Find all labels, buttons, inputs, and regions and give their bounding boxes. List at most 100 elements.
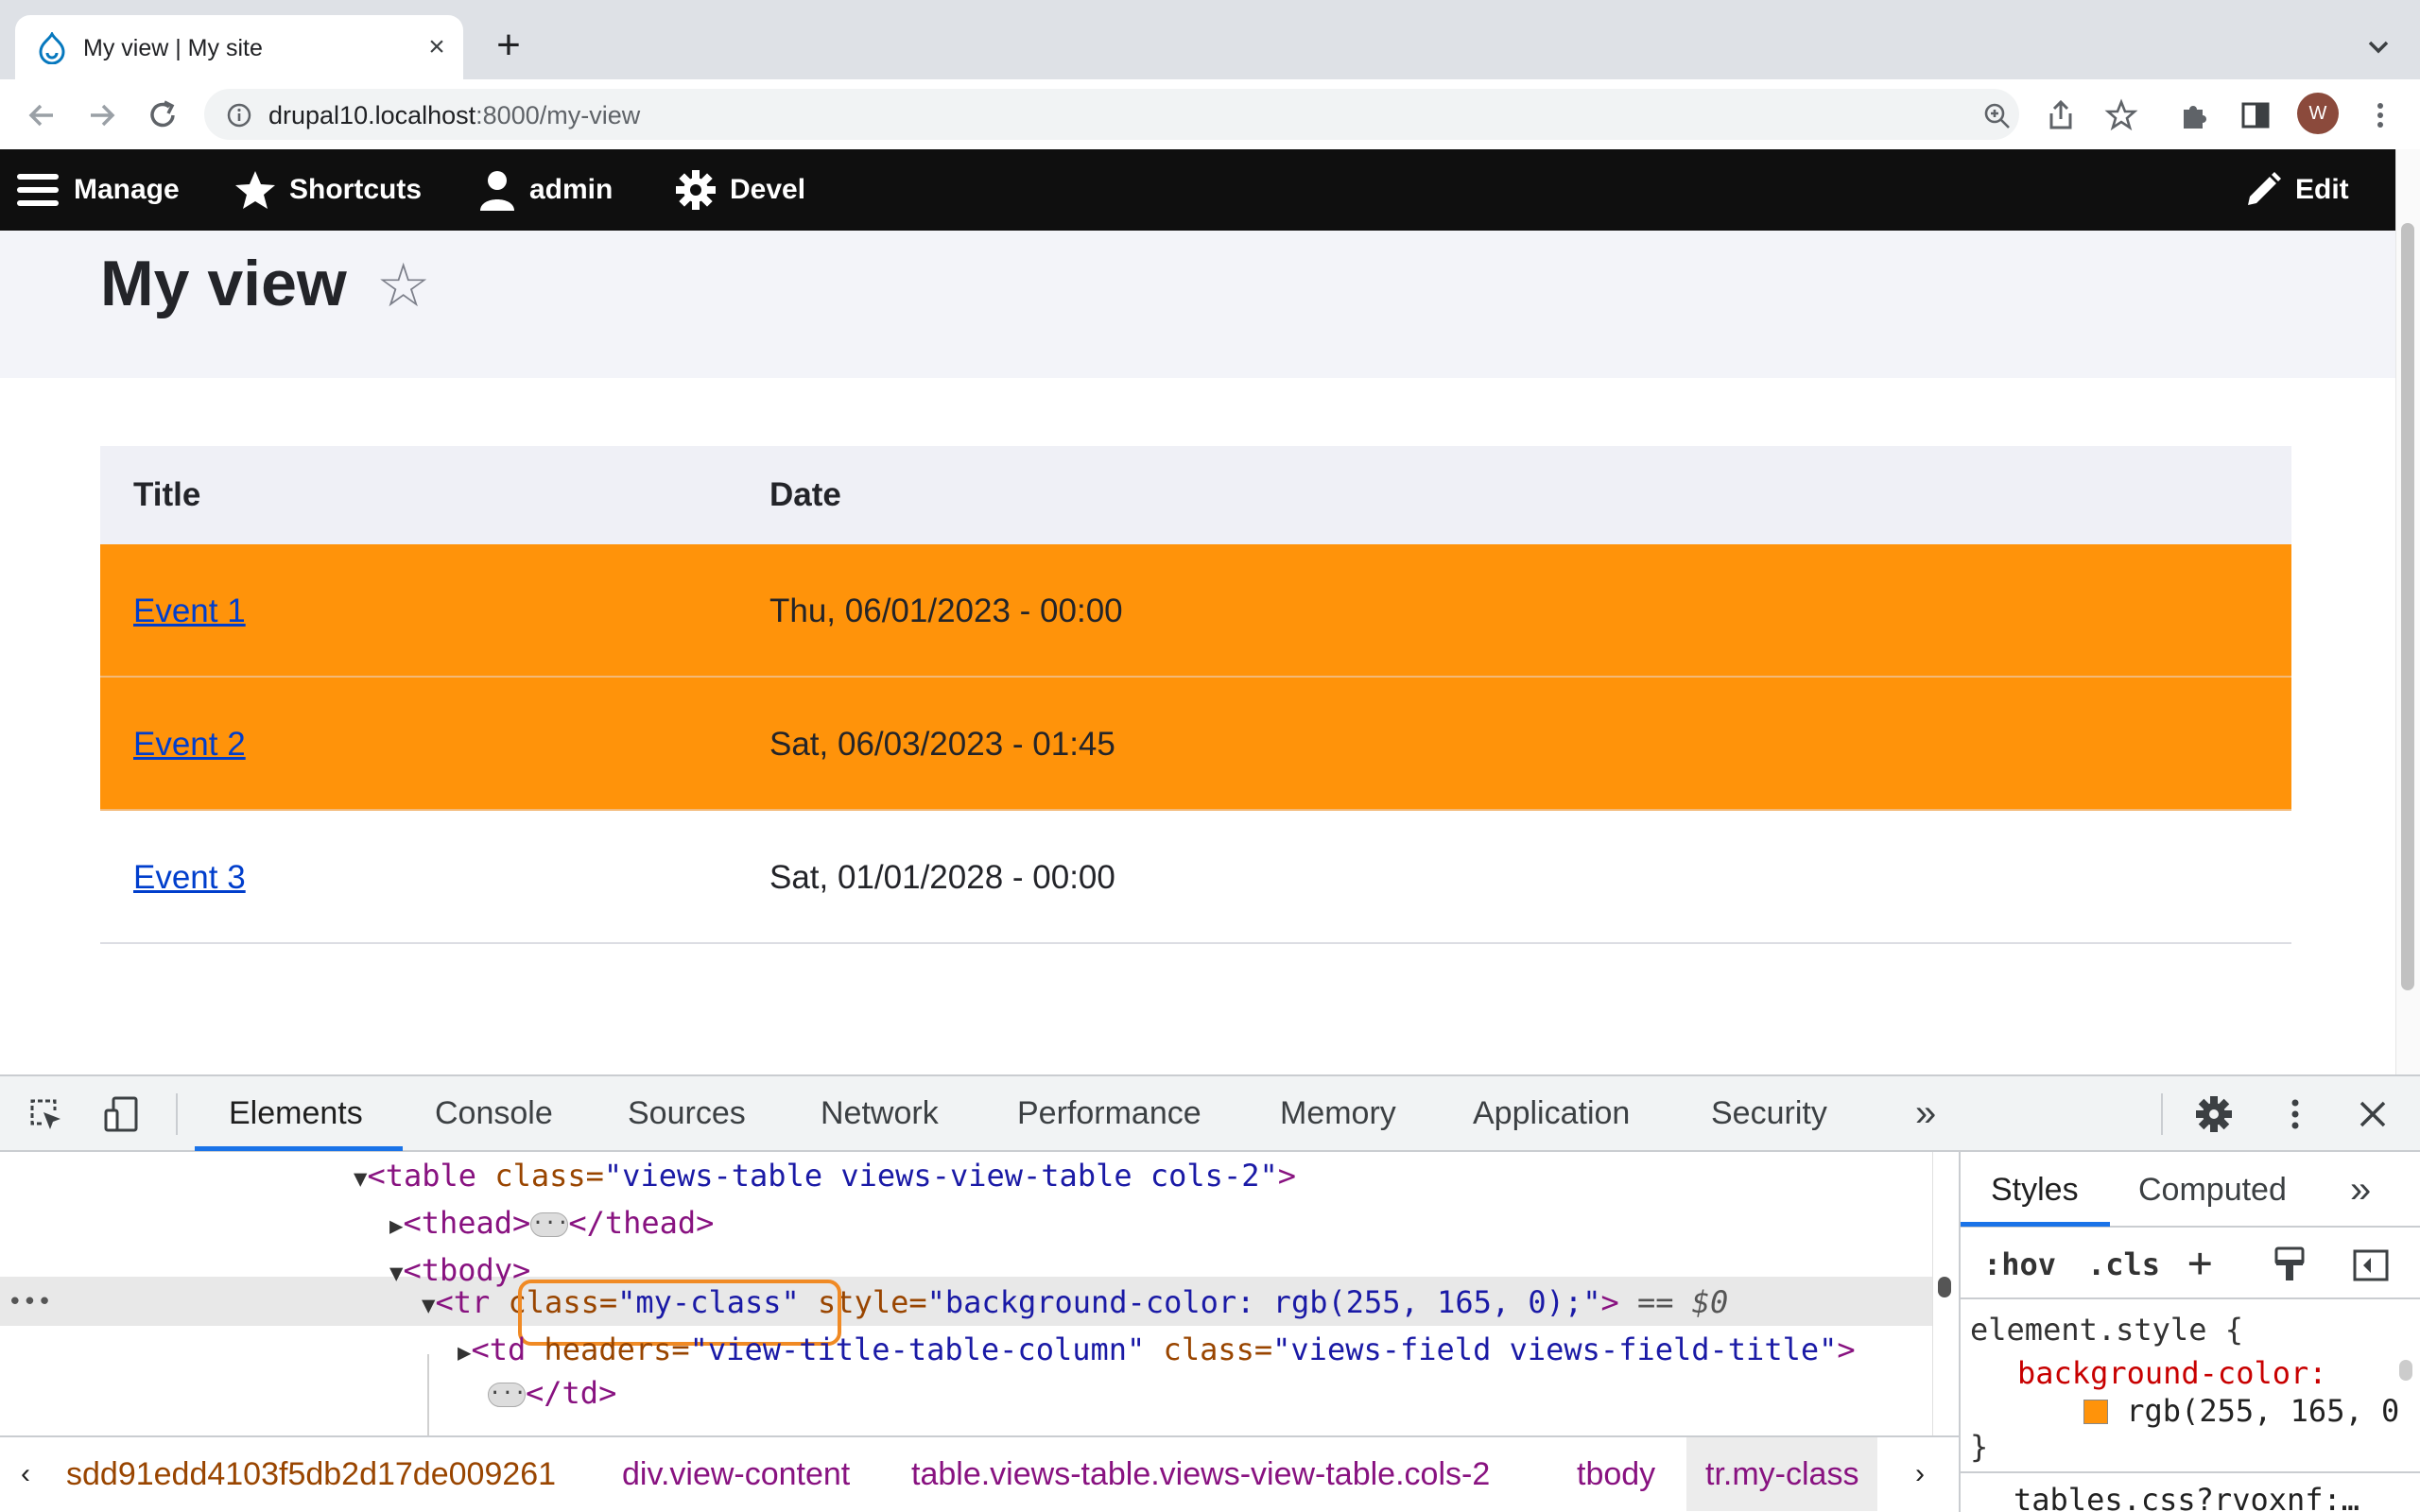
tab-styles[interactable]: Styles: [1991, 1152, 2079, 1228]
extensions-icon[interactable]: [2178, 98, 2212, 132]
color-swatch[interactable]: [2083, 1400, 2108, 1424]
device-toolbar-icon[interactable]: [102, 1095, 140, 1133]
breadcrumb-item[interactable]: tbody: [1577, 1437, 1655, 1511]
reload-icon[interactable]: [144, 96, 182, 134]
devtools-tab-performance[interactable]: Performance: [1017, 1076, 1201, 1150]
devtools-menu-icon[interactable]: [2276, 1095, 2314, 1133]
active-tab-indicator: [195, 1146, 403, 1151]
rule-divider: [1961, 1471, 2420, 1473]
element-style-selector: element.style {: [1970, 1312, 2243, 1348]
toolbar-manage-label: Manage: [74, 174, 180, 205]
profile-avatar[interactable]: W: [2297, 93, 2339, 134]
elements-scrollbar-thumb[interactable]: [1938, 1277, 1951, 1297]
column-header-title: Title: [133, 476, 201, 513]
settings-gear-icon[interactable]: [2195, 1095, 2233, 1133]
table-row: Event 2 Sat, 06/03/2023 - 01:45: [100, 678, 2291, 811]
table-row: Event 3 Sat, 01/01/2028 - 00:00: [100, 811, 2291, 944]
breadcrumb-scroll-right-icon[interactable]: ›: [1915, 1437, 1925, 1511]
event-link[interactable]: Event 2: [133, 726, 246, 763]
inspect-element-icon[interactable]: [26, 1095, 64, 1133]
elements-tree: ▼<table class="views-table views-view-ta…: [0, 1152, 1957, 1435]
forward-icon[interactable]: [83, 96, 121, 134]
styles-filter-bar: :hov .cls +: [1961, 1229, 2420, 1299]
toolbar-edit-label: Edit: [2295, 174, 2349, 205]
devtools-tab-elements[interactable]: Elements: [229, 1076, 363, 1150]
drupal-admin-toolbar: Manage Shortcuts admin Devel Edit: [0, 149, 2395, 231]
more-tabs-icon[interactable]: »: [1915, 1076, 1936, 1150]
toolbar-user[interactable]: admin: [478, 149, 613, 231]
node-actions-dots[interactable]: •••: [8, 1279, 52, 1326]
paint-brush-icon[interactable]: [2273, 1246, 2307, 1284]
back-icon[interactable]: [23, 96, 60, 134]
tab-search-chevron-icon[interactable]: [2360, 28, 2397, 66]
breadcrumb-item[interactable]: table.views-table.views-view-table.cols-…: [911, 1437, 1490, 1511]
toolbar-shortcuts[interactable]: Shortcuts: [234, 149, 422, 231]
cls-toggle[interactable]: .cls: [2087, 1246, 2160, 1282]
styles-tab-indicator: [1961, 1222, 2110, 1227]
url-text[interactable]: drupal10.localhost:8000/my-view: [268, 100, 640, 130]
event-date: Sat, 01/01/2028 - 00:00: [769, 859, 1115, 896]
devtools-tab-security[interactable]: Security: [1711, 1076, 1827, 1150]
tab-close-icon[interactable]: ×: [420, 30, 454, 64]
more-panes-icon[interactable]: »: [2350, 1152, 2371, 1228]
event-link[interactable]: Event 1: [133, 593, 246, 629]
devtools-tab-sources[interactable]: Sources: [628, 1076, 746, 1150]
breadcrumb-scroll-left-icon[interactable]: ‹: [21, 1437, 30, 1511]
devtools-tab-memory[interactable]: Memory: [1280, 1076, 1396, 1150]
page-scrollbar-thumb[interactable]: [2401, 223, 2414, 990]
css-property-name[interactable]: background-color:: [2017, 1352, 2327, 1394]
devtools-tab-console[interactable]: Console: [435, 1076, 553, 1150]
address-bar[interactable]: drupal10.localhost:8000/my-view: [204, 89, 2019, 140]
styles-tab-bar: Styles Computed »: [1961, 1152, 2420, 1228]
breadcrumb-item-active[interactable]: tr.my-class: [1686, 1437, 1878, 1511]
tab-computed[interactable]: Computed: [2138, 1152, 2287, 1228]
star-icon: [235, 171, 275, 209]
new-tab-button[interactable]: +: [490, 25, 527, 66]
collapsed-content-badge[interactable]: ···: [488, 1383, 527, 1407]
side-panel-icon[interactable]: [2238, 98, 2273, 132]
add-to-shortcuts-star-icon[interactable]: ☆: [376, 255, 430, 316]
browser-menu-icon[interactable]: [2363, 98, 2397, 132]
tree-guide-line: [427, 1354, 429, 1435]
css-property-value[interactable]: rgb(255, 165, 0: [2083, 1390, 2399, 1432]
devtools-separator: [176, 1093, 178, 1135]
close-devtools-icon[interactable]: [2354, 1095, 2392, 1133]
site-info-icon[interactable]: [227, 103, 251, 128]
devtools-panel: Elements Console Sources Network Perform…: [0, 1074, 2420, 1512]
toolbar-shortcuts-label: Shortcuts: [289, 174, 423, 205]
browser-tab-strip: My view | My site × +: [0, 0, 2420, 79]
bookmark-star-icon[interactable]: [2104, 98, 2138, 132]
toggle-sidebar-icon[interactable]: [2352, 1246, 2390, 1284]
dom-node-td-close[interactable]: ···</td>: [488, 1369, 616, 1417]
dom-node-table[interactable]: ▼<table class="views-table views-view-ta…: [354, 1152, 1296, 1199]
browser-tab[interactable]: My view | My site ×: [15, 15, 463, 79]
browser-toolbar: drupal10.localhost:8000/my-view W: [0, 79, 2420, 149]
event-link[interactable]: Event 3: [133, 859, 246, 896]
event-date: Thu, 06/01/2023 - 00:00: [769, 593, 1123, 629]
user-icon: [480, 171, 514, 211]
hov-toggle[interactable]: :hov: [1983, 1246, 2056, 1282]
event-date: Sat, 06/03/2023 - 01:45: [769, 726, 1115, 763]
elements-scrollbar[interactable]: [1932, 1152, 1957, 1435]
page-title: My view: [100, 248, 347, 319]
collapsed-content-badge[interactable]: ···: [530, 1212, 569, 1237]
toolbar-edit[interactable]: Edit: [2244, 149, 2349, 231]
tab-title: My view | My site: [83, 35, 263, 61]
column-header-date: Date: [769, 476, 841, 513]
dom-node-td[interactable]: ▶<td headers="view-title-table-column" c…: [458, 1326, 1856, 1373]
devtools-tab-bar: Elements Console Sources Network Perform…: [0, 1076, 2420, 1152]
new-style-rule-icon[interactable]: +: [2187, 1239, 2213, 1287]
share-icon[interactable]: [2044, 98, 2078, 132]
stylesheet-link[interactable]: tables.css?rvoxnf:…: [2014, 1479, 2360, 1512]
devtools-tab-network[interactable]: Network: [821, 1076, 939, 1150]
toolbar-devel[interactable]: Devel: [675, 149, 805, 231]
zoom-icon[interactable]: [1983, 102, 2012, 130]
toolbar-devel-label: Devel: [730, 174, 806, 205]
breadcrumb-item[interactable]: div.view-content: [622, 1437, 850, 1511]
breadcrumb-item[interactable]: sdd91edd4103f5db2d17de009261: [66, 1437, 556, 1511]
toolbar-manage[interactable]: Manage: [17, 149, 180, 231]
dom-node-thead[interactable]: ▶<thead>···</thead>: [389, 1199, 714, 1246]
devtools-tab-application[interactable]: Application: [1473, 1076, 1630, 1150]
drupal-favicon-icon: [39, 32, 65, 64]
styles-scrollbar-thumb[interactable]: [2399, 1360, 2412, 1381]
